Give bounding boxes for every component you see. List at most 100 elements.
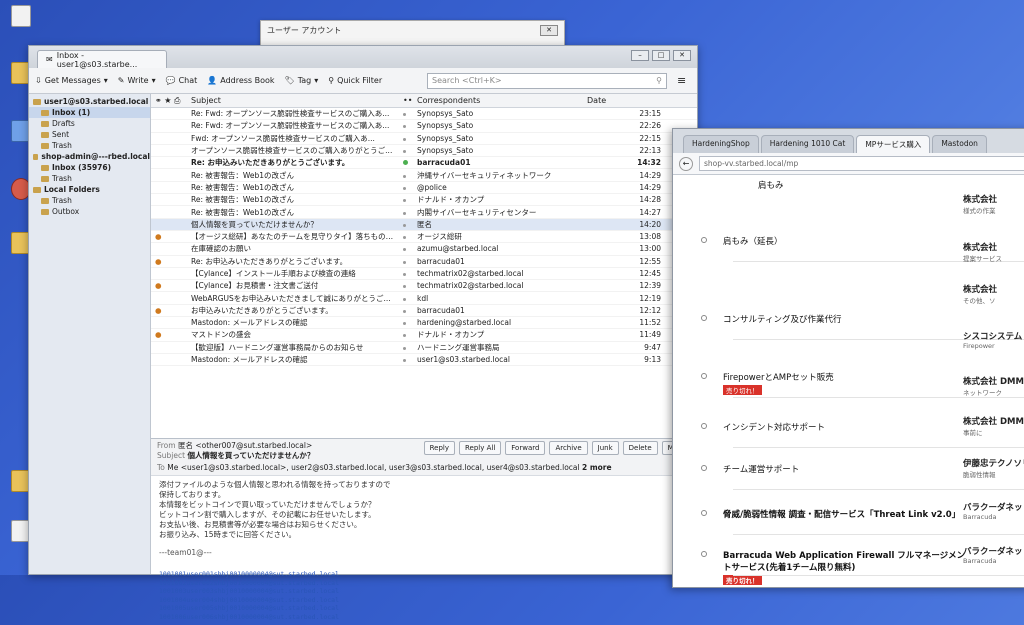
message-row[interactable]: Mastodon: メールアドレスの確認 hardening@starbed.lo… xyxy=(151,317,697,330)
message-row[interactable]: Re: 被害報告：Web1の改ざん 内閣サイバーセキュリティセンター 14:27 xyxy=(151,206,697,219)
browser-tab[interactable]: Mastodon xyxy=(932,135,987,153)
read-status[interactable] xyxy=(399,121,413,130)
search-input[interactable]: Search <Ctrl+K> ⚲ xyxy=(427,72,667,89)
folder-item[interactable]: Trash xyxy=(29,195,150,206)
message-row[interactable]: 在庫確認のお願い azumu@starbed.local 13:00 xyxy=(151,243,697,256)
chat-button[interactable]: 💬 Chat xyxy=(166,76,198,85)
reply-button[interactable]: Reply xyxy=(423,441,455,455)
message-row[interactable]: ● 【Cylance】お見積書・注文書ご送付 techmatrix02@starb… xyxy=(151,280,697,293)
folder-item[interactable]: Trash xyxy=(29,140,150,151)
read-status[interactable] xyxy=(399,195,413,204)
message-row[interactable]: Re: お申込みいただきありがとうございます。 barracuda01 14:32 xyxy=(151,157,697,170)
message-row[interactable]: Mastodon: メールアドレスの確認 user1@s03.starbed.lo… xyxy=(151,354,697,367)
read-status[interactable] xyxy=(399,146,413,155)
url-bar[interactable]: shop-vv.starbed.local/mp xyxy=(699,156,1024,171)
junk-button[interactable]: Junk xyxy=(591,441,619,455)
radio-icon[interactable] xyxy=(701,315,707,321)
service-item[interactable]: FirepowerとAMPセット販売 売り切れ！ xyxy=(701,371,973,396)
date-column-header[interactable]: Date xyxy=(583,96,665,105)
get-messages-button[interactable]: ⇩ Get Messages ▾ xyxy=(35,76,108,85)
message-row[interactable]: Re: 被害報告：Web1の改ざん 沖縄サイバーセキュリティネットワーク 14:29 xyxy=(151,169,697,182)
folder-item[interactable]: Trash xyxy=(29,173,150,184)
service-item[interactable]: 脅威/脆弱性情報 調査・配信サービス「Threat Link v2.0」 xyxy=(701,508,973,520)
service-item[interactable]: 肩もみ（延長） xyxy=(701,235,973,247)
message-row[interactable]: 【歓迎版】ハードニング運営事務局からのお知らせ ハードニング運営事務局 9:47 xyxy=(151,342,697,354)
folder-item[interactable]: Sent xyxy=(29,129,150,140)
app-menu-icon[interactable]: ≡ xyxy=(677,74,691,87)
from-value[interactable]: 匿名 <other007@sut.starbed.local> xyxy=(178,441,312,450)
forward-button[interactable]: Forward xyxy=(505,441,546,455)
message-row[interactable]: Re: 被害報告：Web1の改ざん ドナルド・オカンプ 14:28 xyxy=(151,194,697,207)
read-status[interactable] xyxy=(399,343,413,352)
maximize-button[interactable]: □ xyxy=(652,50,670,61)
message-row[interactable]: オープンソース脆弱性検査サービスのご購入ありがとうご... Synopsys_Sa… xyxy=(151,145,697,158)
read-status[interactable] xyxy=(399,158,413,167)
browser-tab[interactable]: Hardening 1010 Cat xyxy=(760,135,855,153)
read-status[interactable] xyxy=(399,109,413,118)
back-icon[interactable]: ← xyxy=(679,156,693,171)
read-status[interactable] xyxy=(399,244,413,253)
service-item[interactable]: Barracuda Web Application Firewall フルマネー… xyxy=(701,549,973,586)
folder-item[interactable]: Drafts xyxy=(29,118,150,129)
flags-column-header[interactable]: ⚭ ★ ⎙ xyxy=(151,96,187,106)
message-row[interactable]: Re: Fwd: オープンソース脆弱性検査サービスのご購入あ... Synopsy… xyxy=(151,108,697,121)
address-book-button[interactable]: 👤 Address Book xyxy=(207,76,274,85)
message-row[interactable]: ● Re: お申込みいただきありがとうございます。 barracuda01 12:5… xyxy=(151,256,697,268)
close-button[interactable]: ✕ xyxy=(540,25,558,36)
read-status[interactable] xyxy=(399,134,413,143)
read-status[interactable] xyxy=(399,318,413,327)
read-status[interactable] xyxy=(399,330,413,339)
message-row[interactable]: ● マストドンの盛会 ドナルド・オカンプ 11:49 xyxy=(151,329,697,342)
read-status[interactable] xyxy=(399,183,413,192)
read-status[interactable] xyxy=(399,294,413,303)
folder-item[interactable]: Inbox (1) xyxy=(29,107,150,118)
read-status[interactable] xyxy=(399,232,413,241)
read-status[interactable] xyxy=(399,306,413,315)
read-status[interactable] xyxy=(399,281,413,290)
service-item[interactable]: インシデント対応サポート xyxy=(701,421,973,433)
folder-item[interactable]: Outbox xyxy=(29,206,150,217)
folder-item[interactable]: shop-admin@---rbed.local xyxy=(29,151,150,162)
subject-column-header[interactable]: Subject xyxy=(187,96,399,105)
message-row[interactable]: Re: Fwd: オープンソース脆弱性検査サービスのご購入あ... Synopsy… xyxy=(151,120,697,133)
read-status[interactable] xyxy=(399,171,413,180)
read-status[interactable] xyxy=(399,257,413,266)
read-status[interactable] xyxy=(399,220,413,229)
quick-filter-button[interactable]: ⚲ Quick Filter xyxy=(328,76,382,85)
message-row[interactable]: Fwd: オープンソース脆弱性検査サービスのご購入あ... Synopsys_Sa… xyxy=(151,133,697,145)
to-value[interactable]: Me <user1@s03.starbed.local>, user2@s03.… xyxy=(167,463,579,472)
delete-button[interactable]: Delete xyxy=(622,441,658,455)
read-status[interactable] xyxy=(399,269,413,278)
write-button[interactable]: ✎ Write ▾ xyxy=(118,76,156,85)
archive-button[interactable]: Archive xyxy=(549,441,588,455)
reply-all-button[interactable]: Reply All xyxy=(458,441,502,455)
radio-icon[interactable] xyxy=(701,373,707,379)
tag-button[interactable]: 🏷 Tag ▾ xyxy=(285,76,319,85)
correspondents-column-header[interactable]: Correspondents xyxy=(413,96,583,105)
radio-icon[interactable] xyxy=(701,423,707,429)
message-row[interactable]: Re: 被害報告：Web1の改ざん @police 14:29 xyxy=(151,182,697,195)
message-row[interactable]: ● お申込みいただきありがとうございます。 barracuda01 12:12 xyxy=(151,305,697,318)
message-row[interactable]: 個人情報を買っていただけませんか？ 匿名 14:20 xyxy=(151,218,697,231)
folder-item[interactable]: user1@s03.starbed.local xyxy=(29,96,150,107)
service-item[interactable]: チーム運営サポート xyxy=(701,463,973,475)
radio-icon[interactable] xyxy=(701,510,707,516)
read-status[interactable] xyxy=(399,355,413,364)
message-row[interactable]: WebARGUSをお申込みいただきまして誠にありがとうご... kdl 12:19 xyxy=(151,292,697,305)
desktop-icon[interactable] xyxy=(4,5,38,29)
browser-tab[interactable]: HardeningShop xyxy=(683,135,759,153)
more-recipients-link[interactable]: 2 more xyxy=(582,463,612,472)
radio-icon[interactable] xyxy=(701,237,707,243)
radio-icon[interactable] xyxy=(701,551,707,557)
folder-item[interactable]: Inbox (35976) xyxy=(29,162,150,173)
browser-tab[interactable]: MPサービス購入 xyxy=(856,135,931,153)
message-row[interactable]: 【Cylance】インストール手順および検査の連絡 techmatrix02@st… xyxy=(151,268,697,281)
minimize-button[interactable]: – xyxy=(631,50,649,61)
close-button[interactable]: ✕ xyxy=(673,50,691,61)
read-status[interactable] xyxy=(399,208,413,217)
service-item[interactable]: コンサルティング及び作業代行 xyxy=(701,313,973,325)
tab-inbox[interactable]: ✉ Inbox - user1@s03.starbe... xyxy=(37,50,167,69)
folder-item[interactable]: Local Folders xyxy=(29,184,150,195)
read-column-header[interactable]: •• xyxy=(399,96,413,105)
message-row[interactable]: ● 【オージス総研】あなたのチームを見守りタイ】落ちものご連絡 オージス総研 13:… xyxy=(151,231,697,244)
